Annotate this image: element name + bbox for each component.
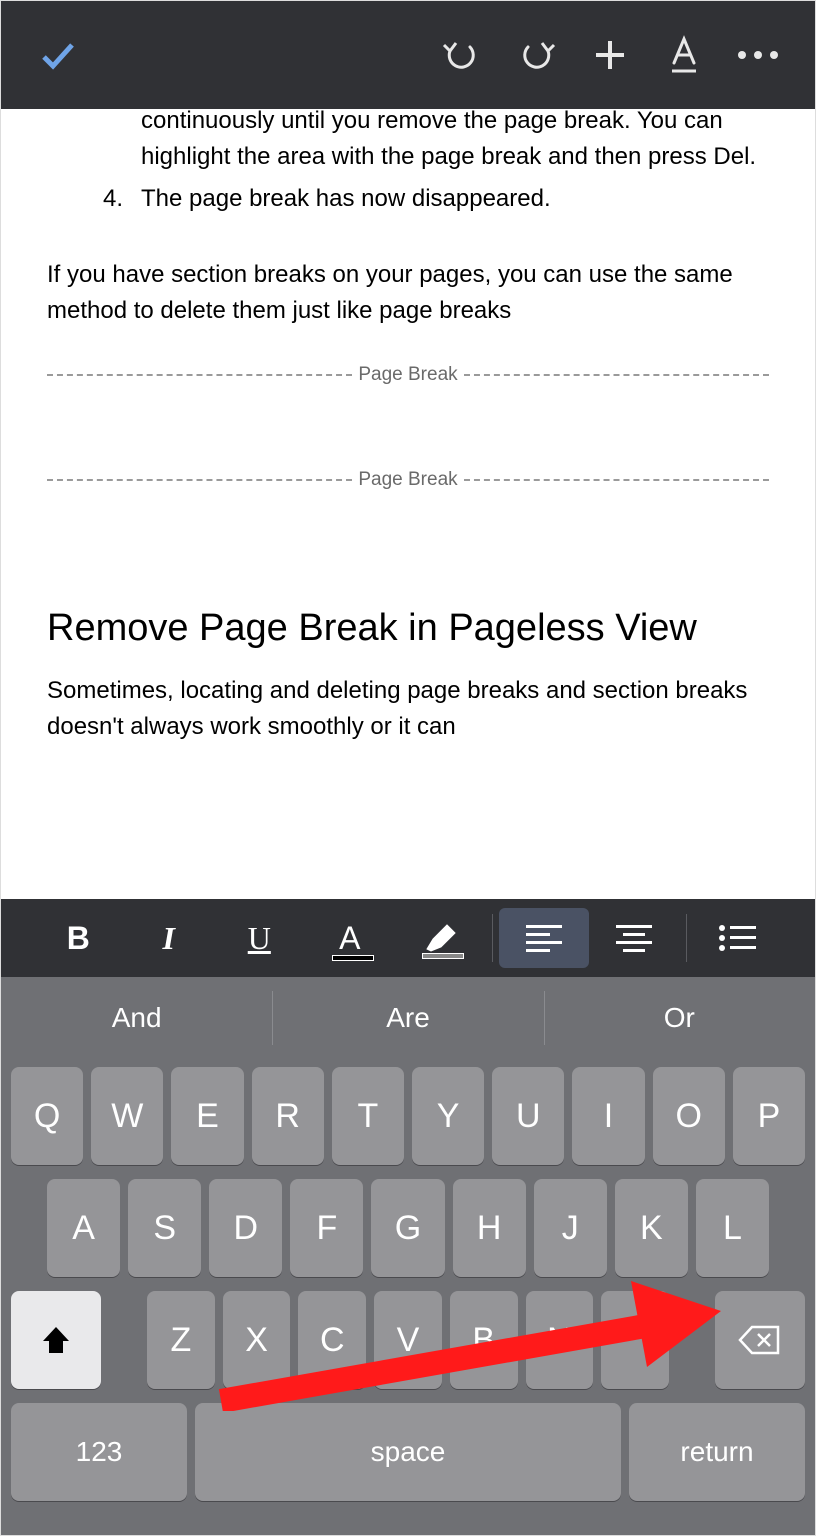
key-m[interactable]: M bbox=[601, 1291, 669, 1389]
key-h[interactable]: H bbox=[453, 1179, 526, 1277]
key-g[interactable]: G bbox=[371, 1179, 444, 1277]
key-v[interactable]: V bbox=[374, 1291, 442, 1389]
key-row: 123 space return bbox=[11, 1403, 805, 1501]
key-x[interactable]: X bbox=[223, 1291, 291, 1389]
key-z[interactable]: Z bbox=[147, 1291, 215, 1389]
key-r[interactable]: R bbox=[252, 1067, 324, 1165]
key-p[interactable]: P bbox=[733, 1067, 805, 1165]
paragraph: Sometimes, locating and deleting page br… bbox=[47, 653, 769, 745]
key-s[interactable]: S bbox=[128, 1179, 201, 1277]
align-left-icon bbox=[526, 925, 562, 952]
more-menu-button[interactable] bbox=[721, 18, 795, 92]
key-row: Q W E R T Y U I O P bbox=[11, 1067, 805, 1165]
heading: Remove Page Break in Pageless View bbox=[47, 604, 769, 653]
text-format-button[interactable] bbox=[647, 18, 721, 92]
key-t[interactable]: T bbox=[332, 1067, 404, 1165]
underline-button[interactable]: U bbox=[214, 908, 305, 968]
key-c[interactable]: C bbox=[298, 1291, 366, 1389]
page-break-marker[interactable]: Page Break bbox=[47, 466, 769, 495]
backspace-key[interactable] bbox=[715, 1291, 805, 1389]
key-u[interactable]: U bbox=[492, 1067, 564, 1165]
key-q[interactable]: Q bbox=[11, 1067, 83, 1165]
key-a[interactable]: A bbox=[47, 1179, 120, 1277]
done-check-button[interactable] bbox=[21, 18, 95, 92]
key-f[interactable]: F bbox=[290, 1179, 363, 1277]
key-row: A S D F G H J K L bbox=[11, 1179, 805, 1277]
key-y[interactable]: Y bbox=[412, 1067, 484, 1165]
key-o[interactable]: O bbox=[653, 1067, 725, 1165]
return-key[interactable]: return bbox=[629, 1403, 805, 1501]
insert-button[interactable] bbox=[573, 18, 647, 92]
key-n[interactable]: N bbox=[526, 1291, 594, 1389]
align-left-button[interactable] bbox=[499, 908, 590, 968]
suggestion[interactable]: Are bbox=[272, 977, 543, 1059]
key-row: Z X C V B N M bbox=[11, 1291, 805, 1389]
bulleted-list-button[interactable] bbox=[693, 908, 784, 968]
space-key[interactable]: space bbox=[195, 1403, 621, 1501]
text-color-button[interactable]: A bbox=[305, 908, 396, 968]
suggestion[interactable]: Or bbox=[544, 977, 815, 1059]
page-break-marker[interactable]: Page Break bbox=[47, 361, 769, 390]
highlight-button[interactable] bbox=[395, 908, 486, 968]
key-k[interactable]: K bbox=[615, 1179, 688, 1277]
bold-button[interactable]: B bbox=[33, 908, 124, 968]
format-toolbar: B I U A bbox=[1, 899, 815, 977]
more-icon bbox=[738, 51, 778, 59]
list-icon bbox=[718, 923, 758, 953]
numbers-key[interactable]: 123 bbox=[11, 1403, 187, 1501]
key-l[interactable]: L bbox=[696, 1179, 769, 1277]
suggestion-bar: And Are Or bbox=[1, 977, 815, 1059]
keyboard: And Are Or Q W E R T Y U I O P A S D F bbox=[1, 977, 815, 1536]
key-b[interactable]: B bbox=[450, 1291, 518, 1389]
key-i[interactable]: I bbox=[572, 1067, 644, 1165]
list-item: 3. continuously until you remove the pag… bbox=[47, 109, 769, 175]
list-item: 4. The page break has now disappeared. bbox=[47, 181, 769, 217]
key-w[interactable]: W bbox=[91, 1067, 163, 1165]
document-area[interactable]: 3. continuously until you remove the pag… bbox=[1, 109, 815, 899]
key-d[interactable]: D bbox=[209, 1179, 282, 1277]
top-toolbar bbox=[1, 1, 815, 109]
redo-button[interactable] bbox=[499, 18, 573, 92]
key-j[interactable]: J bbox=[534, 1179, 607, 1277]
suggestion[interactable]: And bbox=[1, 977, 272, 1059]
shift-key[interactable] bbox=[11, 1291, 101, 1389]
italic-button[interactable]: I bbox=[124, 908, 215, 968]
align-center-icon bbox=[616, 925, 652, 952]
undo-button[interactable] bbox=[425, 18, 499, 92]
key-e[interactable]: E bbox=[171, 1067, 243, 1165]
align-center-button[interactable] bbox=[589, 908, 680, 968]
paragraph: If you have section breaks on your pages… bbox=[47, 223, 769, 329]
